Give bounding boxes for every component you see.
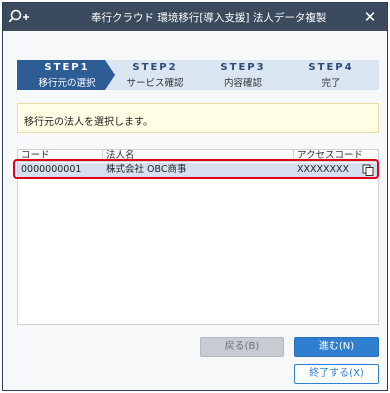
step-number: STEP2 <box>132 62 178 73</box>
step-label: サービス確認 <box>126 78 184 89</box>
step-progress: STEP1 移行元の選択 STEP2 サービス確認 STEP3 内容確認 STE… <box>17 60 379 90</box>
window-title: 奉行クラウド 環境移行[導入支援] 法人データ複製 <box>91 12 327 24</box>
step-label: 内容確認 <box>223 78 262 89</box>
search-plus-icon <box>8 8 31 26</box>
step-number: STEP4 <box>308 62 354 73</box>
next-button[interactable]: 進む(N) <box>294 337 379 357</box>
instruction-box: 移行元の法人を選択します。 <box>17 103 379 133</box>
step-4: STEP4 完了 <box>281 60 379 90</box>
step-3: STEP3 内容確認 <box>193 60 293 90</box>
dialog-window: 奉行クラウド 環境移行[導入支援] 法人データ複製 ✕ STEP1 移行元の選択… <box>2 2 388 391</box>
step-2: STEP2 サービス確認 <box>105 60 205 90</box>
step-label: 移行元の選択 <box>38 78 96 89</box>
close-icon[interactable]: ✕ <box>361 8 379 26</box>
step-number: STEP1 <box>44 62 90 73</box>
exit-button[interactable]: 終了する(X) <box>294 364 379 384</box>
step-label: 完了 <box>321 78 341 89</box>
instruction-text: 移行元の法人を選択します。 <box>24 117 153 128</box>
step-number: STEP3 <box>220 62 266 73</box>
selection-highlight <box>13 159 379 179</box>
step-1: STEP1 移行元の選択 <box>17 60 117 90</box>
title-bar: 奉行クラウド 環境移行[導入支援] 法人データ複製 ✕ <box>3 3 387 31</box>
back-button[interactable]: 戻る(B) <box>200 337 284 357</box>
